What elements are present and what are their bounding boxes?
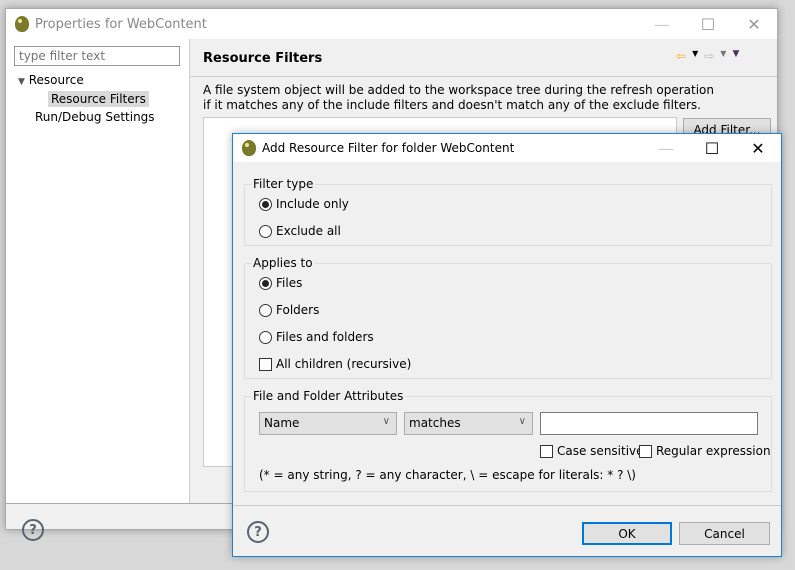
attribute-select[interactable]: Name ∨	[259, 412, 397, 435]
radio-unselected	[259, 224, 272, 238]
nav-toolbar: ⇦ ▼ ⇨ ▼ ▼	[676, 49, 739, 63]
pattern-input[interactable]	[540, 412, 758, 435]
radio-unselected	[259, 303, 272, 317]
attributes-group: File and Folder Attributes Name ∨ matches…	[244, 389, 772, 492]
help-icon[interactable]: ?	[22, 519, 44, 541]
tree-item-run-debug[interactable]: Run/Debug Settings	[35, 110, 155, 124]
back-menu-icon[interactable]: ▼	[692, 49, 698, 63]
case-sensitive-checkbox[interactable]: Case sensitive	[540, 444, 644, 458]
add-filter-dialog: Add Resource Filter for folder WebConten…	[232, 133, 782, 557]
include-only-radio[interactable]: Include only	[259, 197, 349, 211]
minimize-button[interactable]: —	[639, 9, 685, 39]
operator-select[interactable]: matches ∨	[404, 412, 533, 435]
checkbox-box	[639, 444, 652, 458]
applies-to-group: Applies to Files Folders Files and folde…	[244, 256, 772, 379]
chevron-down-icon: ∨	[518, 416, 526, 427]
regex-checkbox[interactable]: Regular expression	[639, 444, 771, 458]
exclude-all-radio[interactable]: Exclude all	[259, 224, 341, 238]
back-arrow-icon[interactable]: ⇦	[676, 49, 686, 63]
recursive-checkbox[interactable]: All children (recursive)	[259, 357, 411, 371]
files-and-folders-radio[interactable]: Files and folders	[259, 330, 374, 344]
filter-input[interactable]	[14, 46, 180, 66]
folders-radio[interactable]: Folders	[259, 303, 319, 317]
radio-selected	[259, 197, 272, 211]
attributes-legend: File and Folder Attributes	[251, 389, 406, 403]
tree-item-resource-filters[interactable]: Resource Filters	[48, 91, 149, 107]
maximize-button[interactable]: ☐	[685, 9, 731, 39]
pattern-hint: (* = any string, ? = any character, \ = …	[259, 468, 636, 482]
cancel-button[interactable]: Cancel	[679, 522, 770, 545]
filter-type-group: Filter type Include only Exclude all	[244, 177, 772, 246]
tree-item-resource[interactable]: ▼ Resource	[18, 73, 84, 87]
applies-to-legend: Applies to	[251, 256, 315, 270]
app-logo-icon	[15, 16, 29, 32]
filter-type-legend: Filter type	[251, 177, 316, 191]
files-radio[interactable]: Files	[259, 276, 302, 290]
view-menu-icon[interactable]: ▼	[732, 49, 739, 63]
checkbox-box	[540, 444, 553, 458]
description: A file system object will be added to th…	[203, 83, 714, 112]
forward-arrow-icon[interactable]: ⇨	[704, 49, 714, 63]
chevron-down-icon: ▼	[18, 77, 25, 87]
maximize-button[interactable]: ☐	[689, 134, 735, 162]
nav-panel: ▼ Resource Resource Filters Run/Debug Se…	[6, 39, 190, 504]
radio-unselected	[259, 330, 272, 344]
dialog-footer-divider	[233, 505, 781, 506]
close-button[interactable]: ✕	[735, 134, 781, 162]
forward-menu-icon[interactable]: ▼	[720, 49, 726, 63]
minimize-button[interactable]: —	[643, 134, 689, 162]
close-button[interactable]: ✕	[731, 9, 777, 39]
help-icon[interactable]: ?	[247, 521, 269, 543]
window-title: Properties for WebContent	[35, 16, 207, 32]
properties-titlebar: Properties for WebContent — ☐ ✕	[6, 9, 777, 39]
dialog-titlebar: Add Resource Filter for folder WebConten…	[233, 134, 781, 162]
checkbox-box	[259, 357, 272, 371]
page-title: Resource Filters	[203, 51, 323, 66]
radio-selected	[259, 276, 272, 290]
chevron-down-icon: ∨	[382, 416, 390, 427]
app-logo-icon	[242, 140, 256, 156]
dialog-title: Add Resource Filter for folder WebConten…	[262, 141, 515, 155]
ok-button[interactable]: OK	[582, 522, 672, 545]
header-divider	[191, 76, 777, 77]
